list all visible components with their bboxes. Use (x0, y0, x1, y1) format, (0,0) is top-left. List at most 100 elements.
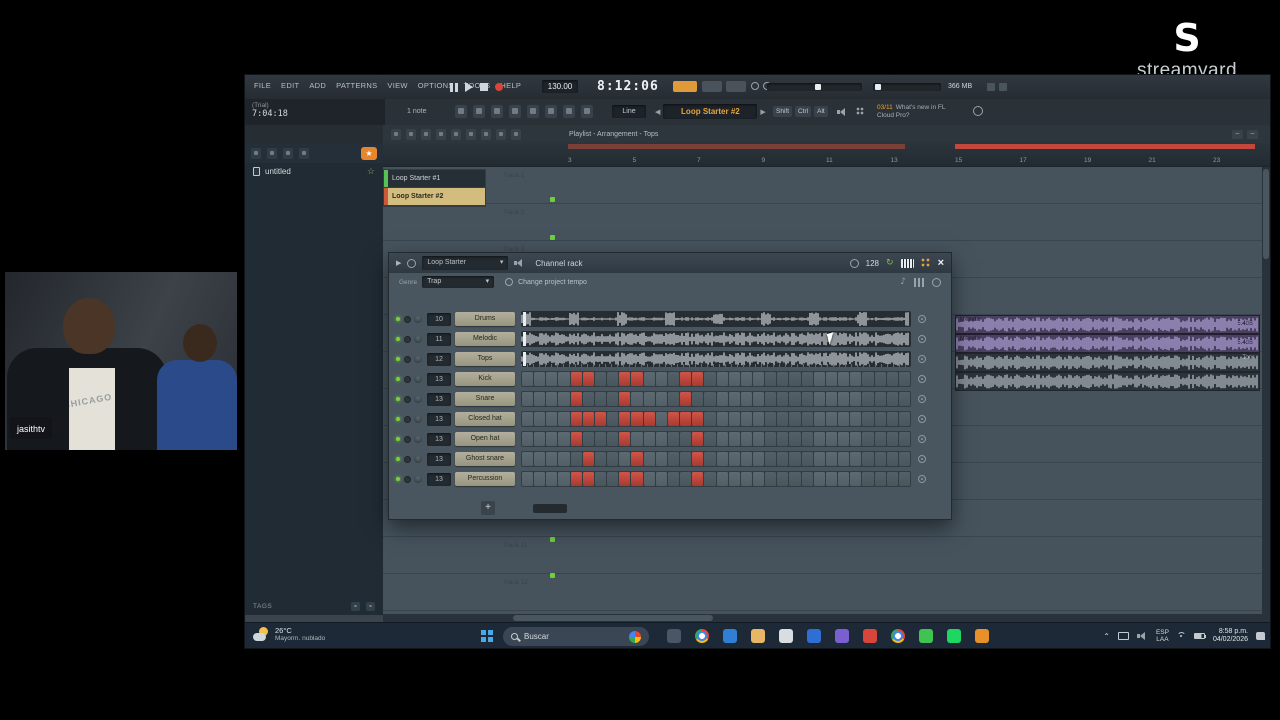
channel-pan-knob[interactable] (414, 335, 422, 343)
step-cell[interactable] (789, 452, 801, 466)
step-cell[interactable] (582, 372, 594, 386)
step-cell[interactable] (631, 392, 643, 406)
channel-pan-knob[interactable] (414, 455, 422, 463)
step-cell[interactable] (813, 472, 825, 486)
step-cell[interactable] (838, 432, 850, 446)
step-cell[interactable] (728, 432, 740, 446)
channel-target-icon[interactable] (918, 415, 926, 423)
step-cell[interactable] (801, 452, 813, 466)
ctrl-key-button[interactable]: Ctrl (795, 106, 812, 117)
step-cell[interactable] (594, 472, 607, 486)
step-cell[interactable] (728, 392, 740, 406)
step-cell[interactable] (862, 452, 874, 466)
playlist-menu-icon[interactable] (391, 128, 401, 140)
step-cell[interactable] (607, 412, 619, 426)
step-cell[interactable] (862, 412, 874, 426)
gmail-icon[interactable] (859, 625, 880, 646)
step-cell[interactable] (546, 432, 558, 446)
channel-target-icon[interactable] (918, 315, 926, 323)
step-cell[interactable] (619, 432, 631, 446)
channel-mute-toggle[interactable] (404, 315, 411, 323)
step-cell[interactable] (546, 472, 558, 486)
step-cell[interactable] (655, 432, 667, 446)
stop-button[interactable] (480, 83, 488, 91)
step-cell[interactable] (898, 432, 910, 446)
hscroll-thumb[interactable] (513, 615, 713, 621)
step-cell[interactable] (680, 412, 692, 426)
step-cell[interactable] (886, 452, 898, 466)
step-cell[interactable] (752, 472, 765, 486)
step-cell[interactable] (522, 472, 534, 486)
step-cell[interactable] (655, 452, 667, 466)
channel-button-closed-hat[interactable]: Closed hat (455, 412, 515, 426)
step-cell[interactable] (607, 392, 619, 406)
tempo-display[interactable]: 130.00 (542, 80, 578, 93)
step-cell[interactable] (546, 452, 558, 466)
hp-icon[interactable] (803, 625, 824, 646)
step-cell[interactable] (594, 432, 607, 446)
step-cell[interactable] (874, 472, 886, 486)
step-cell[interactable] (643, 392, 655, 406)
step-cell[interactable] (558, 452, 570, 466)
start-button[interactable] (481, 630, 493, 642)
step-cell[interactable] (692, 472, 704, 486)
target-icon[interactable] (932, 277, 941, 287)
channel-pan-knob[interactable] (414, 355, 422, 363)
step-cell[interactable] (546, 412, 558, 426)
step-cell[interactable] (874, 412, 886, 426)
step-cell[interactable] (777, 372, 789, 386)
step-cell[interactable] (704, 452, 716, 466)
star-outline-icon[interactable]: ☆ (367, 166, 375, 177)
favorites-star-button[interactable]: ★ (361, 146, 377, 160)
step-cell[interactable] (558, 372, 570, 386)
step-cell[interactable] (886, 472, 898, 486)
step-cell[interactable] (692, 392, 704, 406)
step-cell[interactable] (594, 372, 607, 386)
menu-add[interactable]: ADD (304, 81, 331, 90)
step-cell[interactable] (534, 472, 546, 486)
step-cell[interactable] (898, 412, 910, 426)
delete-tool-icon[interactable] (451, 128, 461, 140)
menu-view[interactable]: VIEW (382, 81, 412, 90)
step-cell[interactable] (643, 432, 655, 446)
menu-edit[interactable]: EDIT (276, 81, 304, 90)
channel-button-percussion[interactable]: Percussion (455, 472, 515, 486)
step-cell[interactable] (777, 452, 789, 466)
track-status-dot[interactable] (550, 537, 555, 542)
channel-pan-knob[interactable] (414, 395, 422, 403)
step-cell[interactable] (522, 412, 534, 426)
step-cell[interactable] (825, 432, 838, 446)
browser-icon[interactable] (887, 625, 908, 646)
step-cell[interactable] (631, 472, 643, 486)
channel-pan-knob[interactable] (414, 415, 422, 423)
step-cell[interactable] (801, 392, 813, 406)
step-cell[interactable] (716, 372, 728, 386)
channel-number[interactable]: 11 (427, 332, 451, 346)
step-cell[interactable] (546, 392, 558, 406)
step-cell[interactable] (850, 472, 862, 486)
step-cell[interactable] (740, 392, 752, 406)
step-cell[interactable] (765, 472, 777, 486)
step-cell[interactable] (728, 412, 740, 426)
info-icon[interactable] (973, 106, 983, 116)
channel-button-open-hat[interactable]: Open hat (455, 432, 515, 446)
step-cell[interactable] (570, 392, 582, 406)
weather-widget[interactable]: 26°C Mayorm. nublado (253, 626, 325, 642)
preset-tab[interactable]: Loop Starter ▾ (422, 256, 509, 270)
wait-button[interactable] (726, 81, 746, 92)
channel-button-snare[interactable]: Snare (455, 392, 515, 406)
search-box[interactable]: Buscar (503, 627, 649, 646)
step-cell[interactable] (825, 372, 838, 386)
channel-number[interactable]: 13 (427, 432, 451, 446)
touch-controller-icon[interactable] (491, 105, 503, 118)
step-cell[interactable] (522, 392, 534, 406)
step-cell[interactable] (838, 472, 850, 486)
channel-number[interactable]: 12 (427, 352, 451, 366)
step-cell[interactable] (789, 412, 801, 426)
step-cell[interactable] (680, 392, 692, 406)
step-cell[interactable] (886, 432, 898, 446)
step-cell[interactable] (607, 372, 619, 386)
step-cell[interactable] (825, 412, 838, 426)
step-cell[interactable] (692, 432, 704, 446)
step-cell[interactable] (898, 472, 910, 486)
